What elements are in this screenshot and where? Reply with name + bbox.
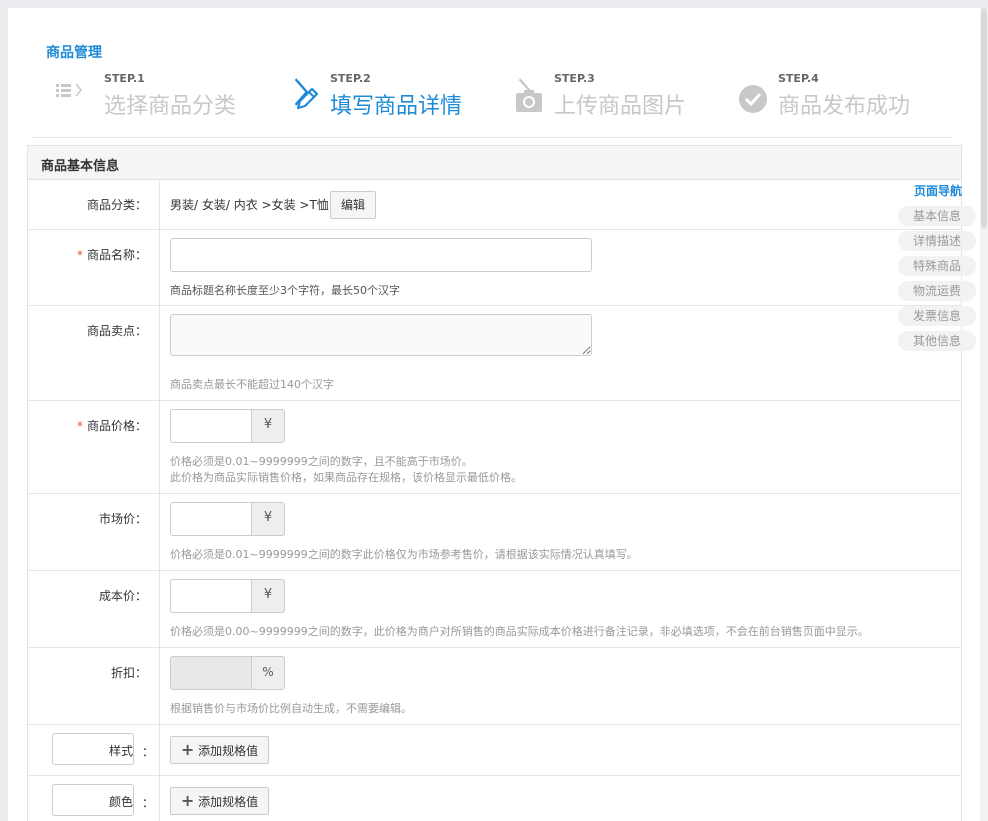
cost-price-input[interactable] xyxy=(170,579,252,613)
page-nav-item-invoice[interactable]: 发票信息 xyxy=(898,306,976,326)
field-hint: 价格必须是0.00~9999999之间的数字，此价格为商户对所销售的商品实际成本… xyxy=(170,625,869,638)
pencil-icon xyxy=(296,87,319,110)
step-title: 上传商品图片 xyxy=(554,94,687,119)
discount-input xyxy=(170,656,252,690)
page-container: 商品管理 STEP.1 选择商品分类 STEP.2 填写商品详情 STEP.3 … xyxy=(8,8,980,821)
list-icon xyxy=(56,83,82,97)
step-title: 选择商品分类 xyxy=(104,94,237,119)
field-hint: 价格必须是0.01~9999999之间的数字此价格仅为市场参考售价，请根据该实际… xyxy=(170,548,638,561)
row-spec-color: 颜色 ： + 添加规格值 xyxy=(28,776,961,821)
step-1: STEP.1 选择商品分类 xyxy=(54,70,274,120)
plus-icon: + xyxy=(180,740,195,759)
field-hint: 商品卖点最长不能超过140个汉字 xyxy=(170,378,334,391)
button-label: 添加规格值 xyxy=(198,744,259,758)
colon: ： xyxy=(142,745,155,759)
currency-suffix: ¥ xyxy=(252,579,285,613)
scrollbar[interactable] xyxy=(980,8,988,821)
field-hint: 价格必须是0.01~9999999之间的数字，且不能高于市场价。 xyxy=(170,455,473,468)
row-name: * 商品名称： 商品标题名称长度至少3个字符，最长50个汉字 xyxy=(28,230,961,306)
row-price: * 商品价格： ¥ 价格必须是0.01~9999999之间的数字，且不能高于市场价… xyxy=(28,401,961,494)
product-name-input[interactable] xyxy=(170,238,592,272)
page-nav-item-detail[interactable]: 详情描述 xyxy=(898,231,976,251)
field-label: 商品分类： xyxy=(86,198,147,212)
row-discount: 折扣： % 根据销售价与市场价比例自动生成，不需要编辑。 xyxy=(28,648,961,725)
page-nav: 页面导航 基本信息 详情描述 特殊商品 物流运费 发票信息 其他信息 xyxy=(888,182,980,356)
step-3: STEP.3 上传商品图片 xyxy=(502,70,722,120)
currency-suffix: ¥ xyxy=(252,502,285,536)
category-value: 男装/ 女装/ 内衣 >女装 >T恤 xyxy=(170,198,329,212)
required-mark: * xyxy=(76,248,83,262)
market-price-input[interactable] xyxy=(170,502,252,536)
spec-name-input[interactable]: 样式 xyxy=(52,733,134,765)
check-circle-icon xyxy=(739,85,767,113)
edit-category-button[interactable]: 编辑 xyxy=(330,191,376,219)
field-hint: 商品标题名称长度至少3个字符，最长50个汉字 xyxy=(170,284,400,297)
field-label: 商品名称： xyxy=(86,248,147,262)
step-number: STEP.2 xyxy=(330,72,371,85)
page-nav-title: 页面导航 xyxy=(913,184,962,198)
percent-suffix: % xyxy=(252,656,285,690)
row-cost-price: 成本价： ¥ 价格必须是0.00~9999999之间的数字，此价格为商户对所销售… xyxy=(28,571,961,648)
field-label: 成本价： xyxy=(98,589,147,603)
field-label: 折扣： xyxy=(110,666,147,680)
row-market-price: 市场价： ¥ 价格必须是0.01~9999999之间的数字此价格仅为市场参考售价… xyxy=(28,494,961,571)
camera-icon xyxy=(516,90,542,112)
row-spec-style: 样式 ： + 添加规格值 xyxy=(28,725,961,776)
step-number: STEP.1 xyxy=(104,72,145,85)
step-number: STEP.3 xyxy=(554,72,595,85)
page-nav-item-other[interactable]: 其他信息 xyxy=(898,331,976,351)
selling-point-textarea[interactable] xyxy=(170,314,592,356)
add-spec-value-button[interactable]: + 添加规格值 xyxy=(170,736,269,764)
field-label: 商品卖点： xyxy=(86,324,147,338)
field-hint: 此价格为商品实际销售价格，如果商品存在规格，该价格显示最低价格。 xyxy=(170,471,522,484)
required-mark: * xyxy=(76,419,83,433)
divider xyxy=(32,137,952,138)
section-title: 商品基本信息 xyxy=(28,146,961,180)
plus-icon: + xyxy=(180,791,195,810)
currency-suffix: ¥ xyxy=(252,409,285,443)
spec-name-input[interactable]: 颜色 xyxy=(52,784,134,816)
basic-info-form: 商品基本信息 商品分类： 男装/ 女装/ 内衣 >女装 >T恤 编辑 * 商品名称… xyxy=(27,145,962,821)
price-input[interactable] xyxy=(170,409,252,443)
add-spec-value-button[interactable]: + 添加规格值 xyxy=(170,787,269,815)
field-label: 市场价： xyxy=(98,512,147,526)
scrollbar-thumb[interactable] xyxy=(981,8,987,228)
breadcrumb[interactable]: 商品管理 xyxy=(46,42,102,62)
page-nav-item-basic[interactable]: 基本信息 xyxy=(898,206,976,226)
step-4: STEP.4 商品发布成功 xyxy=(726,70,956,120)
step-title: 填写商品详情 xyxy=(330,94,463,119)
colon: ： xyxy=(142,796,155,810)
step-number: STEP.4 xyxy=(778,72,819,85)
step-2: STEP.2 填写商品详情 xyxy=(278,70,498,120)
field-label: 商品价格： xyxy=(86,419,147,433)
row-category: 商品分类： 男装/ 女装/ 内衣 >女装 >T恤 编辑 xyxy=(28,180,961,230)
page-nav-item-special[interactable]: 特殊商品 xyxy=(898,256,976,276)
row-selling-point: 商品卖点： 商品卖点最长不能超过140个汉字 xyxy=(28,306,961,401)
step-title: 商品发布成功 xyxy=(778,94,911,119)
button-label: 添加规格值 xyxy=(198,795,259,809)
page-nav-item-shipping[interactable]: 物流运费 xyxy=(898,281,976,301)
field-hint: 根据销售价与市场价比例自动生成，不需要编辑。 xyxy=(170,702,412,715)
